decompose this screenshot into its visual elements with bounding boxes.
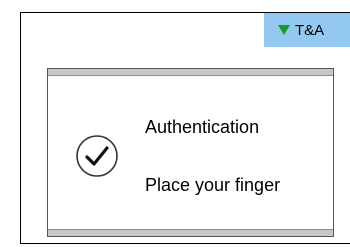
dialog-message: Place your finger xyxy=(145,175,281,195)
status-tab[interactable]: T&A xyxy=(264,13,350,47)
check-circle-icon xyxy=(76,135,118,177)
auth-dialog: Authentication Place your finger xyxy=(47,68,334,237)
dialog-title: Authentication xyxy=(145,117,260,137)
status-tab-label: T&A xyxy=(295,21,325,39)
dialog-bottom-bar xyxy=(48,229,333,236)
triangle-down-icon xyxy=(278,25,290,35)
dialog-top-bar xyxy=(48,69,333,76)
